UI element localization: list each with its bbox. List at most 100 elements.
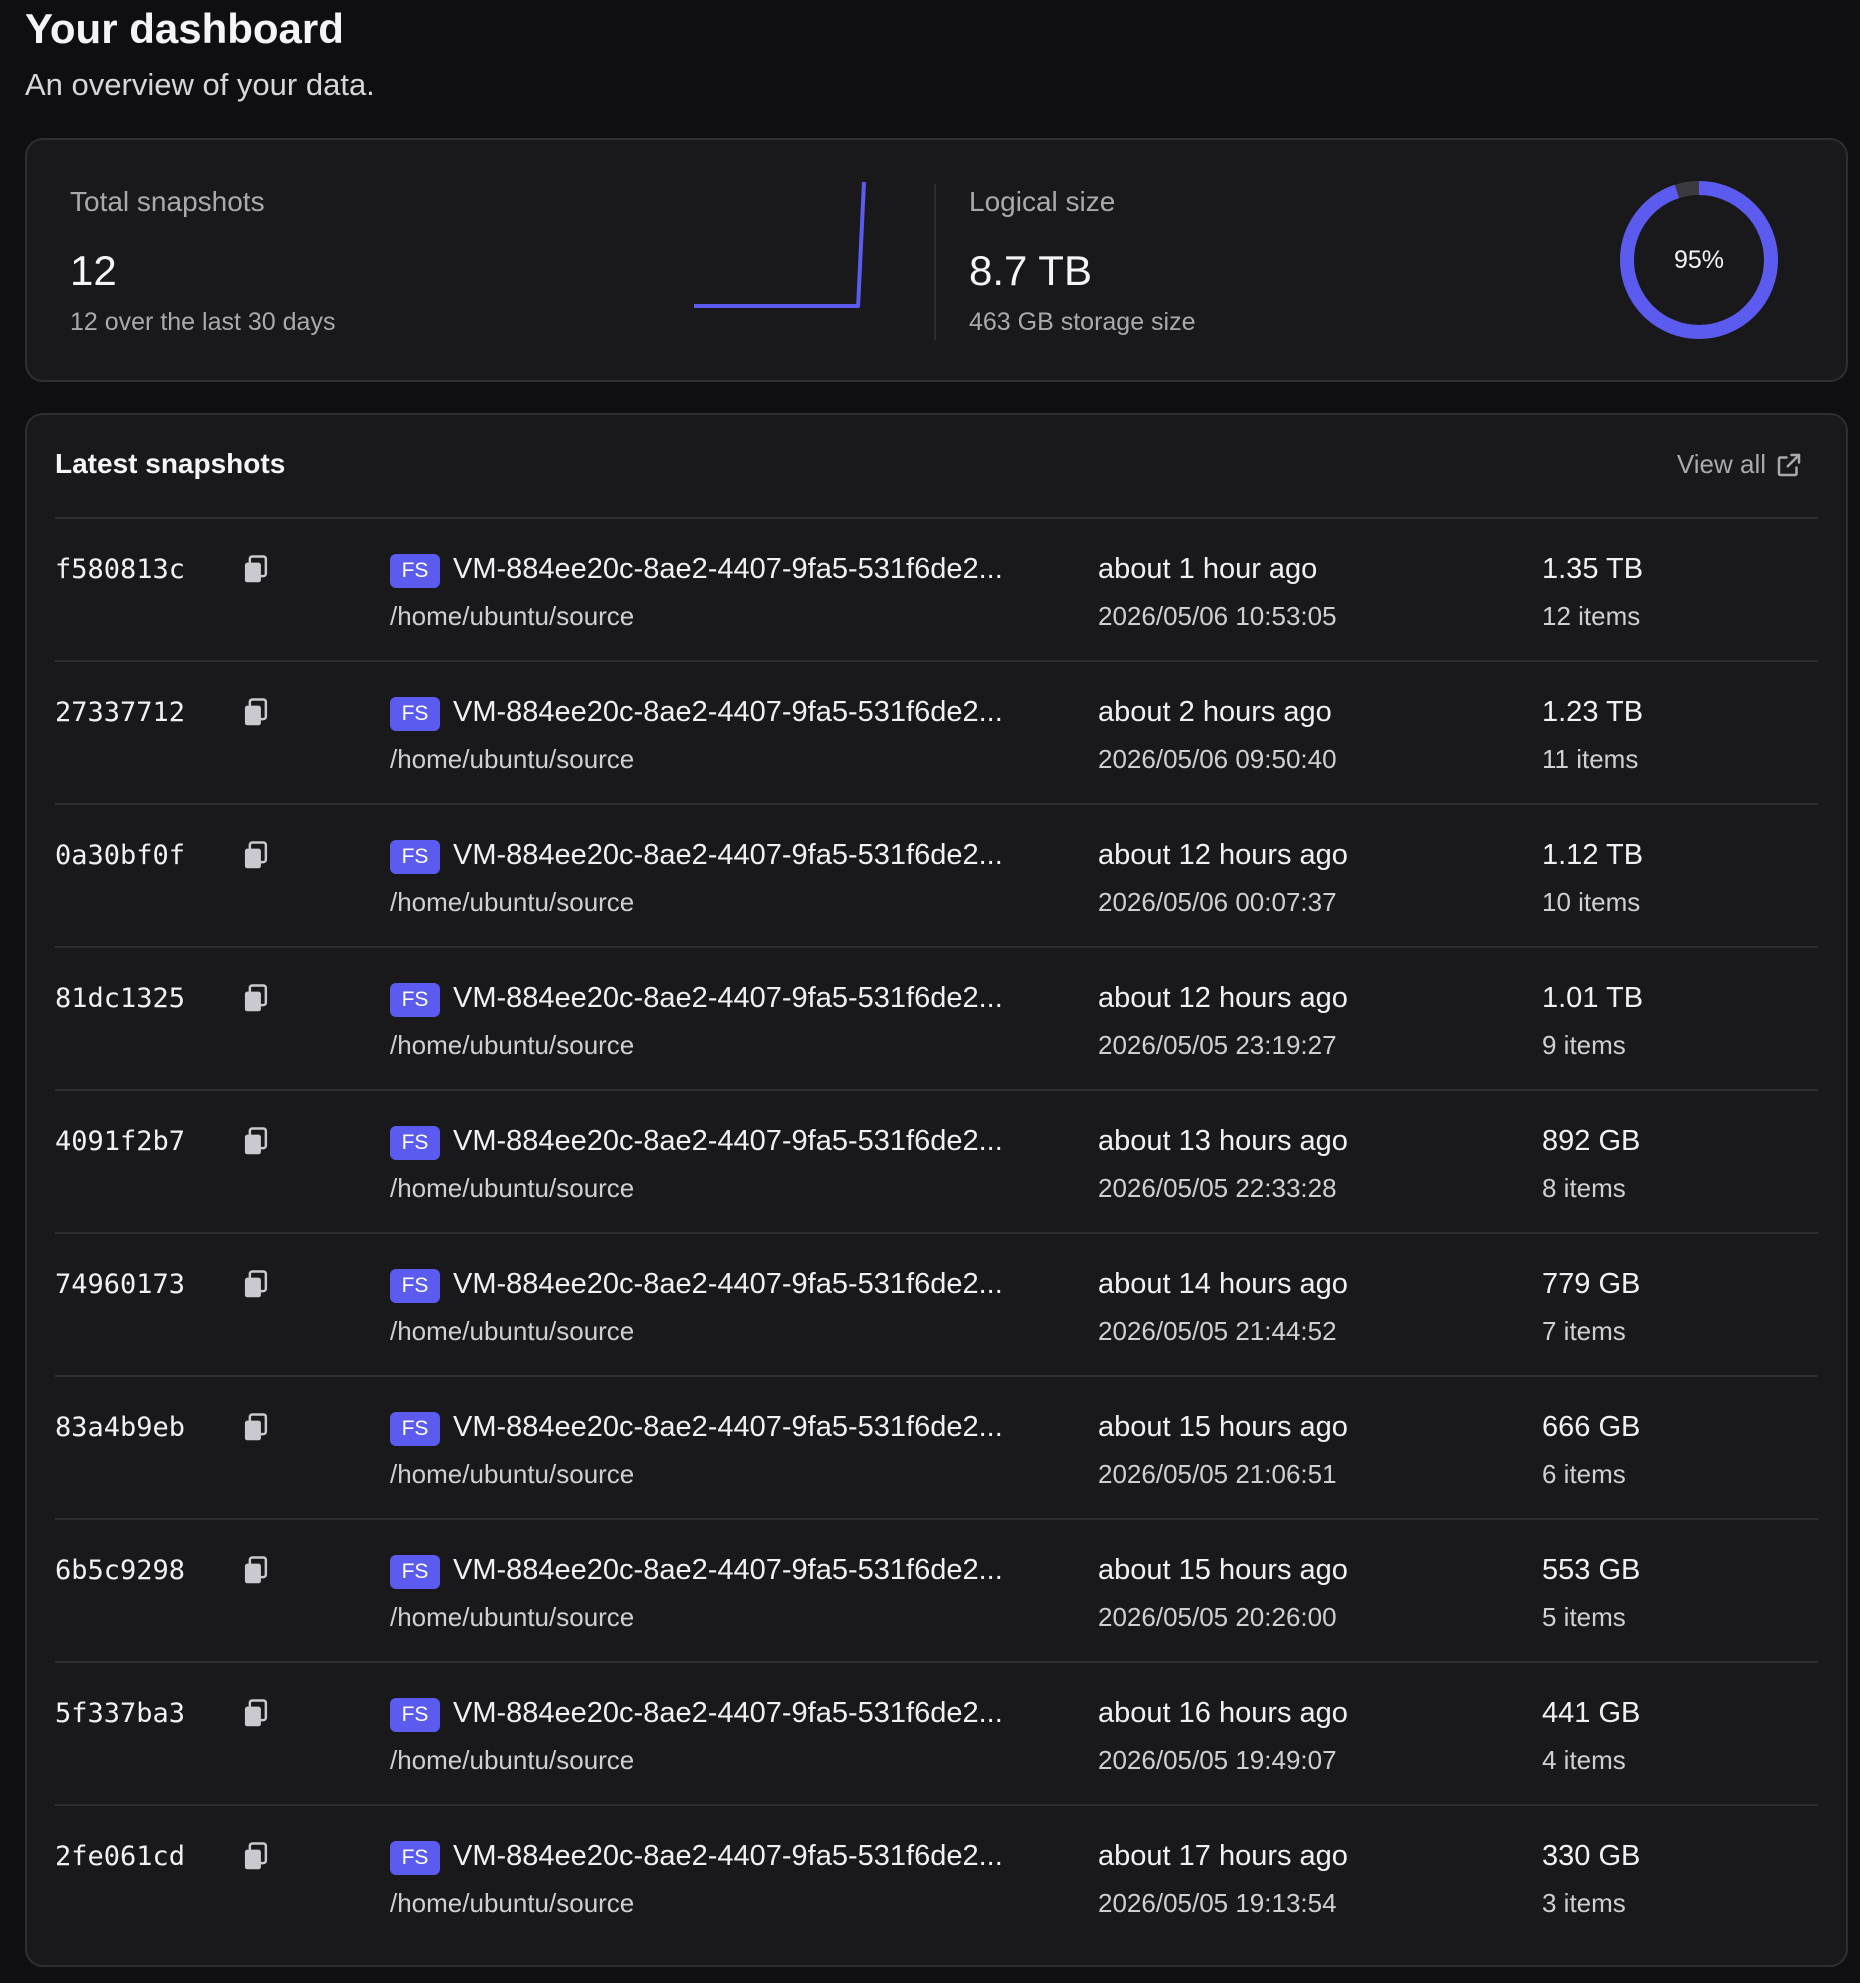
vm-name[interactable]: VM-884ee20c-8ae2-4407-9fa5-531f6de2... xyxy=(453,553,1063,586)
vm-name[interactable]: VM-884ee20c-8ae2-4407-9fa5-531f6de2... xyxy=(453,982,1063,1015)
relative-time: about 13 hours ago xyxy=(1098,1125,1348,1157)
snapshot-size: 892 GB xyxy=(1542,1125,1641,1157)
absolute-time: 2026/05/05 20:26:00 xyxy=(1098,1602,1337,1632)
snapshot-size: 1.01 TB xyxy=(1542,982,1644,1014)
page-subtitle: An overview of your data. xyxy=(25,67,375,102)
source-path: /home/ubuntu/source xyxy=(390,1316,635,1346)
relative-time: about 12 hours ago xyxy=(1098,839,1348,871)
snapshot-id: 6b5c9298 xyxy=(55,1555,186,1586)
vm-name[interactable]: VM-884ee20c-8ae2-4407-9fa5-531f6de2... xyxy=(453,1411,1063,1444)
absolute-time: 2026/05/06 09:50:40 xyxy=(1098,744,1337,774)
snapshot-size: 553 GB xyxy=(1542,1554,1641,1586)
source-path: /home/ubuntu/source xyxy=(390,601,635,631)
item-count: 3 items xyxy=(1542,1888,1626,1918)
snapshot-row[interactable]: 0a30bf0f FS VM-884ee20c-8ae2-4407-9fa5-5… xyxy=(55,805,1818,948)
copy-icon[interactable] xyxy=(241,1126,271,1158)
snapshot-id: 0a30bf0f xyxy=(55,840,186,871)
fs-badge: FS xyxy=(390,697,440,731)
fs-badge: FS xyxy=(390,983,440,1017)
snapshot-size: 1.35 TB xyxy=(1542,553,1644,585)
absolute-time: 2026/05/05 22:33:28 xyxy=(1098,1173,1337,1203)
snapshot-list: f580813c FS VM-884ee20c-8ae2-4407-9fa5-5… xyxy=(55,519,1818,1949)
page-title: Your dashboard xyxy=(25,5,344,52)
vm-name[interactable]: VM-884ee20c-8ae2-4407-9fa5-531f6de2... xyxy=(453,1268,1063,1301)
copy-icon[interactable] xyxy=(241,840,271,872)
source-path: /home/ubuntu/source xyxy=(390,1602,635,1632)
snapshot-id: 5f337ba3 xyxy=(55,1698,186,1729)
vm-name[interactable]: VM-884ee20c-8ae2-4407-9fa5-531f6de2... xyxy=(453,1125,1063,1158)
vm-name[interactable]: VM-884ee20c-8ae2-4407-9fa5-531f6de2... xyxy=(453,696,1063,729)
copy-icon[interactable] xyxy=(241,1698,271,1730)
source-path: /home/ubuntu/source xyxy=(390,744,635,774)
relative-time: about 2 hours ago xyxy=(1098,696,1332,728)
fs-badge: FS xyxy=(390,1269,440,1303)
snapshot-row[interactable]: 81dc1325 FS VM-884ee20c-8ae2-4407-9fa5-5… xyxy=(55,948,1818,1091)
snapshots-sparkline xyxy=(694,181,866,308)
fs-badge: FS xyxy=(390,1698,440,1732)
snapshot-row[interactable]: 83a4b9eb FS VM-884ee20c-8ae2-4407-9fa5-5… xyxy=(55,1377,1818,1520)
fs-badge: FS xyxy=(390,1555,440,1589)
sparkline-series xyxy=(694,181,866,308)
snapshot-size: 666 GB xyxy=(1542,1411,1641,1443)
copy-icon[interactable] xyxy=(241,554,271,586)
snapshot-row[interactable]: 74960173 FS VM-884ee20c-8ae2-4407-9fa5-5… xyxy=(55,1234,1818,1377)
copy-icon[interactable] xyxy=(241,1841,271,1873)
source-path: /home/ubuntu/source xyxy=(390,1745,635,1775)
latest-snapshots-card: Latest snapshots View all f580813c FS VM… xyxy=(25,413,1848,1967)
relative-time: about 17 hours ago xyxy=(1098,1840,1348,1872)
source-path: /home/ubuntu/source xyxy=(390,1173,635,1203)
donut-percent-label: 95% xyxy=(1674,246,1724,274)
copy-icon[interactable] xyxy=(241,1555,271,1587)
absolute-time: 2026/05/05 21:44:52 xyxy=(1098,1316,1337,1346)
absolute-time: 2026/05/05 19:13:54 xyxy=(1098,1888,1337,1918)
snapshot-row[interactable]: 2fe061cd FS VM-884ee20c-8ae2-4407-9fa5-5… xyxy=(55,1806,1818,1949)
item-count: 11 items xyxy=(1542,744,1639,774)
storage-ratio-donut: 95% xyxy=(1620,181,1778,339)
snapshot-id: 2fe061cd xyxy=(55,1841,186,1872)
item-count: 6 items xyxy=(1542,1459,1626,1489)
copy-icon[interactable] xyxy=(241,1269,271,1301)
item-count: 7 items xyxy=(1542,1316,1626,1346)
source-path: /home/ubuntu/source xyxy=(390,887,635,917)
snapshot-row[interactable]: 5f337ba3 FS VM-884ee20c-8ae2-4407-9fa5-5… xyxy=(55,1663,1818,1806)
absolute-time: 2026/05/06 10:53:05 xyxy=(1098,601,1337,631)
latest-snapshots-title: Latest snapshots xyxy=(55,448,286,479)
snapshot-size: 330 GB xyxy=(1542,1840,1641,1872)
source-path: /home/ubuntu/source xyxy=(390,1030,635,1060)
snapshot-row[interactable]: 6b5c9298 FS VM-884ee20c-8ae2-4407-9fa5-5… xyxy=(55,1520,1818,1663)
relative-time: about 1 hour ago xyxy=(1098,553,1318,585)
absolute-time: 2026/05/05 23:19:27 xyxy=(1098,1030,1337,1060)
copy-icon[interactable] xyxy=(241,983,271,1015)
snapshot-id: 27337712 xyxy=(55,697,186,728)
snapshot-row[interactable]: 4091f2b7 FS VM-884ee20c-8ae2-4407-9fa5-5… xyxy=(55,1091,1818,1234)
item-count: 4 items xyxy=(1542,1745,1626,1775)
snapshot-id: 81dc1325 xyxy=(55,983,186,1014)
total-snapshots-value: 12 xyxy=(70,247,117,294)
item-count: 10 items xyxy=(1542,887,1641,917)
vm-name[interactable]: VM-884ee20c-8ae2-4407-9fa5-531f6de2... xyxy=(453,839,1063,872)
logical-size-value: 8.7 TB xyxy=(969,247,1092,294)
item-count: 5 items xyxy=(1542,1602,1626,1632)
snapshot-row[interactable]: f580813c FS VM-884ee20c-8ae2-4407-9fa5-5… xyxy=(55,519,1818,662)
stats-card: Total snapshots 12 12 over the last 30 d… xyxy=(25,138,1848,382)
snapshot-id: 83a4b9eb xyxy=(55,1412,186,1443)
fs-badge: FS xyxy=(390,554,440,588)
fs-badge: FS xyxy=(390,840,440,874)
absolute-time: 2026/05/06 00:07:37 xyxy=(1098,887,1337,917)
item-count: 9 items xyxy=(1542,1030,1626,1060)
absolute-time: 2026/05/05 21:06:51 xyxy=(1098,1459,1337,1489)
relative-time: about 15 hours ago xyxy=(1098,1411,1348,1443)
snapshot-size: 441 GB xyxy=(1542,1697,1641,1729)
absolute-time: 2026/05/05 19:49:07 xyxy=(1098,1745,1337,1775)
fs-badge: FS xyxy=(390,1126,440,1160)
view-all-link[interactable]: View all xyxy=(1677,449,1804,480)
vm-name[interactable]: VM-884ee20c-8ae2-4407-9fa5-531f6de2... xyxy=(453,1554,1063,1587)
total-snapshots-label: Total snapshots xyxy=(70,186,265,217)
relative-time: about 16 hours ago xyxy=(1098,1697,1348,1729)
copy-icon[interactable] xyxy=(241,1412,271,1444)
snapshot-row[interactable]: 27337712 FS VM-884ee20c-8ae2-4407-9fa5-5… xyxy=(55,662,1818,805)
vm-name[interactable]: VM-884ee20c-8ae2-4407-9fa5-531f6de2... xyxy=(453,1840,1063,1873)
snapshot-size: 779 GB xyxy=(1542,1268,1641,1300)
copy-icon[interactable] xyxy=(241,697,271,729)
vm-name[interactable]: VM-884ee20c-8ae2-4407-9fa5-531f6de2... xyxy=(453,1697,1063,1730)
